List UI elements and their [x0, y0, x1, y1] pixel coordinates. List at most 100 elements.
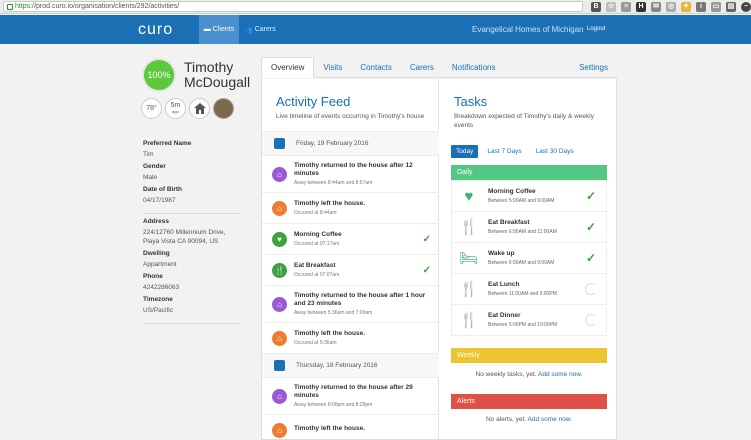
extension-h-icon[interactable]: H [636, 1, 646, 12]
tab-notifications[interactable]: Notifications [443, 58, 505, 77]
extension-icon[interactable]: ✦ [681, 1, 691, 12]
tab-visits[interactable]: Visits [314, 58, 351, 77]
cast-icon[interactable]: ▭ [711, 1, 721, 12]
house-leave-icon: ⌂ [272, 422, 287, 438]
feed-date-text: Thursday, 18 February 2016 [296, 362, 378, 369]
task-time: Between 6:00AM and 9:00AM [488, 260, 555, 266]
feed-event-text: Timothy returned to the house after 29 m… [294, 384, 431, 408]
task-row: ♥ Morning Coffee Between 5:00AM and 9:00AM… [452, 180, 606, 211]
feed-date-row: Thursday, 18 February 2016 [262, 353, 439, 377]
extension-icon[interactable]: ≡ [621, 1, 631, 12]
activity-feed-list: Friday, 19 February 2016 ⌂ Timothy returne… [262, 131, 439, 439]
alerts-add-link[interactable]: Add some now. [528, 416, 572, 423]
stop-icon[interactable]: − [741, 1, 751, 12]
logo[interactable]: curo [138, 21, 173, 39]
cutlery-icon: 🍴 [459, 281, 479, 298]
feed-event-headline: Timothy returned to the house after 29 m… [294, 384, 413, 399]
tab-overview[interactable]: Overview [261, 57, 315, 78]
check-icon: ✓ [585, 189, 597, 203]
tab-carers[interactable]: Carers [401, 58, 443, 77]
gender-label: Gender [143, 163, 166, 170]
task-name: Wake up [488, 250, 515, 257]
feed-event-headline: Eat Breakfast [294, 262, 336, 269]
feed-event-text: Eat Breakfast Occured at 07:07am [294, 262, 419, 278]
pending-icon [584, 313, 598, 327]
star-icon[interactable]: ☆ [606, 1, 616, 12]
temperature-badge: 78° [141, 98, 162, 119]
weekly-add-link[interactable]: Add some now. [538, 371, 582, 378]
nav-carers[interactable]: 👥 Carers [244, 15, 276, 44]
task-time: Between 5:00PM and 10:00PM [488, 322, 558, 328]
mail-icon[interactable]: ✉ [651, 1, 661, 12]
task-text: Eat Dinner Between 5:00PM and 10:00PM [488, 312, 584, 328]
weekly-empty-text: No weekly tasks, yet. [475, 371, 537, 378]
url-scheme: https: [15, 3, 33, 10]
feed-event-row: 🍴 Eat Breakfast Occured at 07:07am ✓ [262, 254, 439, 285]
feed-event-text: Timothy left the house. Occured at 5:36am [294, 330, 431, 346]
feed-event-headline: Timothy left the house. [294, 200, 366, 207]
profile-details: Preferred Name Tim Gender Male Date of B… [143, 136, 241, 328]
task-name: Morning Coffee [488, 188, 536, 195]
calendar-icon [274, 360, 285, 371]
cutlery-icon: 🍴 [459, 312, 479, 329]
activity-feed-title: Activity Feed [276, 94, 351, 109]
logout-link[interactable]: Logout [587, 26, 605, 32]
lock-icon [7, 3, 13, 10]
dwelling-label: Dwelling [143, 250, 170, 257]
cutlery-icon: 🍴 [272, 262, 287, 278]
extension-icon[interactable]: ◎ [666, 1, 676, 12]
timezone-value: US/Pacific [143, 307, 173, 314]
extension-icon[interactable]: ▤ [726, 1, 736, 12]
alerts-empty-message: No alerts, yet. Add some now. [451, 416, 607, 423]
tab-today[interactable]: Today [451, 145, 479, 158]
tasks-range-tabs: Today Last 7 Days Last 30 Days [451, 145, 579, 158]
nav-clients[interactable]: ▬ Clients [199, 15, 239, 44]
dob-label: Date of Birth [143, 186, 182, 193]
activity-feed: Activity Feed Live timeline of events oc… [262, 79, 439, 439]
house-leave-icon: ⌂ [272, 330, 287, 346]
tab-last-7-days[interactable]: Last 7 Days [482, 145, 526, 158]
daily-section-header: Daily [451, 165, 607, 180]
bookmark-icon[interactable]: B [591, 1, 601, 12]
feed-event-text: Timothy returned to the house after 1 ho… [294, 292, 431, 316]
tab-last-30-days[interactable]: Last 30 Days [531, 145, 579, 158]
browser-toolbar: https://prod.curo.io/organisation/client… [0, 0, 751, 14]
avatar [213, 98, 234, 119]
task-time: Between 6:00AM and 11:00AM [488, 229, 557, 235]
feed-event-text: Timothy left the house. Occured at 8:44am [294, 200, 431, 216]
task-name: Eat Breakfast [488, 219, 530, 226]
tab-contacts[interactable]: Contacts [351, 58, 401, 77]
feed-event-row: ⌂ Timothy returned to the house after 1 h… [262, 285, 439, 322]
tasks-title: Tasks [454, 94, 488, 109]
activity-feed-subtitle: Live timeline of events occurring in Tim… [276, 113, 425, 120]
task-row: 🍴 Eat Lunch Between 11:00AM and 3:00PM [452, 273, 606, 304]
heart-icon: ♥ [464, 187, 474, 205]
client-tabs: Overview Visits Contacts Carers Notifica… [261, 57, 617, 78]
feed-date-text: Friday, 19 February 2016 [296, 140, 369, 147]
daily-task-list: ♥ Morning Coffee Between 5:00AM and 9:00AM… [451, 180, 607, 336]
feed-event-row: ♥ Morning Coffee Occured at 07:17am ✓ [262, 223, 439, 254]
info-icon[interactable]: i [696, 1, 706, 12]
tab-settings[interactable]: Settings [570, 58, 617, 77]
task-name: Eat Dinner [488, 312, 521, 319]
feed-event-text: Timothy returned to the house after 12 m… [294, 162, 431, 186]
tasks-panel: Tasks Breakdown expected of Timothy's da… [440, 79, 616, 439]
feed-event-headline: Morning Coffee [294, 231, 342, 238]
last-seen-badge: 5m ago [165, 98, 186, 119]
task-name: Eat Lunch [488, 281, 520, 288]
address-label: Address [143, 218, 170, 225]
bed-icon: 🛏 [459, 250, 479, 267]
dob-value: 04/17/1987 [143, 197, 176, 204]
check-icon: ✓ [422, 264, 431, 276]
feed-event-meta: Occured at 07:07am [294, 272, 340, 278]
extension-icons: B ☆ ≡ H ✉ ◎ ✦ i ▭ ▤ − [591, 1, 751, 12]
feed-event-headline: Timothy left the house. [294, 425, 366, 432]
house-leave-icon: ⌂ [272, 200, 287, 216]
calendar-icon [274, 138, 285, 149]
preferred-name-value: Tim [143, 151, 154, 158]
task-text: Morning Coffee Between 5:00AM and 9:00AM [488, 188, 584, 204]
feed-event-meta: Occured at 8:44am [294, 210, 337, 216]
feed-event-row: ⌂ Timothy left the house. Occured at 8:44a… [262, 192, 439, 223]
url-path: //prod.curo.io/organisation/clients/292/… [32, 3, 180, 10]
address-bar[interactable]: https://prod.curo.io/organisation/client… [3, 1, 583, 12]
